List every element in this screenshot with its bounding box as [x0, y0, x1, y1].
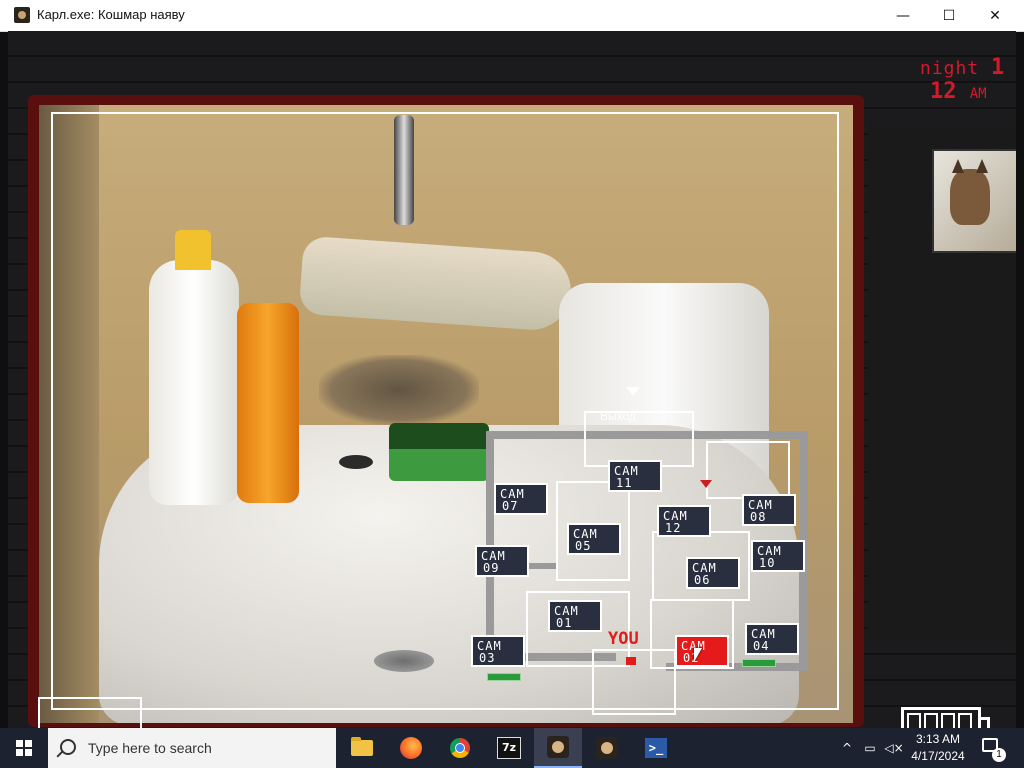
- cam-button-06[interactable]: CAM 06: [686, 557, 740, 589]
- cam-number: 08: [750, 510, 767, 524]
- cam-button-03[interactable]: CAM 03: [471, 635, 525, 667]
- wall-shadow: [39, 105, 99, 723]
- cam-button-08[interactable]: CAM 08: [742, 494, 796, 526]
- sink-drain: [374, 650, 434, 672]
- powershell-icon: >_: [645, 738, 667, 758]
- mouse-cursor-icon: [694, 648, 702, 662]
- firefox-icon: [400, 737, 422, 759]
- window-titlebar[interactable]: Карл.exe: Кошмар наяву — ☐ ✕: [0, 0, 1024, 32]
- detergent-bottle: [149, 230, 239, 505]
- taskbar: Type here to search 7z >_ ^ ▭ ◁× 3:13 AM…: [0, 728, 1024, 768]
- minimize-button[interactable]: —: [880, 0, 926, 31]
- karl-app-icon: [547, 736, 569, 758]
- bottle-cap: [175, 230, 211, 270]
- clock-meridiem: AM: [969, 86, 987, 102]
- karl-app-icon: [596, 737, 618, 759]
- exit-arrow-icon: [626, 387, 640, 396]
- sink-overflow: [339, 455, 373, 469]
- door-indicator-left: [487, 673, 521, 681]
- cat-portrait: [932, 149, 1016, 253]
- search-icon: [60, 739, 76, 755]
- cam-number: 06: [694, 573, 711, 587]
- tray-date: 4/17/2024: [911, 749, 965, 763]
- battery-cell: [958, 713, 972, 728]
- cam-number: 10: [759, 556, 776, 570]
- taskbar-search[interactable]: Type here to search: [48, 728, 336, 768]
- cam-button-02[interactable]: CAM 02: [675, 635, 729, 667]
- cat-figure: [950, 159, 990, 225]
- cam-number: 02: [683, 651, 700, 665]
- taskbar-karl-exe-2[interactable]: [583, 728, 631, 768]
- notification-count: 1: [992, 748, 1006, 762]
- search-placeholder: Type here to search: [88, 740, 212, 756]
- cam-number: 09: [483, 561, 500, 575]
- cam-number: 05: [575, 539, 592, 553]
- cleaner-bottle: [237, 303, 299, 503]
- cam-button-07[interactable]: CAM 07: [494, 483, 548, 515]
- taskbar-karl-exe[interactable]: [534, 728, 582, 768]
- cam-number: 04: [753, 639, 770, 653]
- close-button[interactable]: ✕: [972, 0, 1018, 31]
- volume-muted-icon[interactable]: ◁×: [884, 728, 904, 768]
- player-marker: [626, 657, 636, 665]
- battery-cell: [941, 713, 955, 728]
- taskbar-firefox[interactable]: [387, 728, 435, 768]
- map-corridor: [526, 563, 556, 569]
- night-indicator: night 1: [920, 55, 1005, 80]
- tray-overflow-chevron-icon[interactable]: ^: [838, 728, 856, 768]
- warning-marker-icon: [700, 480, 712, 488]
- cam-number: 01: [556, 616, 573, 630]
- start-button[interactable]: [0, 728, 48, 768]
- door-indicator-right: [742, 659, 776, 667]
- cam-button-05[interactable]: CAM 05: [567, 523, 621, 555]
- cam-button-09[interactable]: CAM 09: [475, 545, 529, 577]
- cam-number: 07: [502, 499, 519, 513]
- taskbar-7zip[interactable]: 7z: [485, 728, 533, 768]
- camera-map: Выход CAM 11 CAM 07 CAM 12 CAM 08 CAM 05…: [456, 381, 816, 715]
- you-label: YOU: [608, 629, 639, 649]
- faucet: [394, 115, 414, 225]
- night-number: 1: [991, 55, 1006, 80]
- taskbar-chrome[interactable]: [436, 728, 484, 768]
- taskbar-powershell[interactable]: >_: [632, 728, 680, 768]
- folder-icon: [351, 737, 373, 756]
- cam-button-12[interactable]: CAM 12: [657, 505, 711, 537]
- windows-logo-icon: [16, 740, 32, 756]
- night-label: night: [920, 58, 980, 79]
- app-icon: [14, 7, 30, 23]
- window-title: Карл.exe: Кошмар наяву: [37, 7, 185, 22]
- battery-cell: [907, 713, 921, 728]
- cam-button-04[interactable]: CAM 04: [745, 623, 799, 655]
- exit-label: Выход: [600, 409, 636, 423]
- clock-hour: 12: [930, 79, 957, 104]
- cam-button-01[interactable]: CAM 01: [548, 600, 602, 632]
- cam-button-10[interactable]: CAM 10: [751, 540, 805, 572]
- cam-number: 12: [665, 521, 682, 535]
- battery-cell: [924, 713, 938, 728]
- maximize-button[interactable]: ☐: [926, 0, 972, 31]
- cam-number: 11: [616, 476, 633, 490]
- network-icon[interactable]: ▭: [860, 728, 880, 768]
- cam-number: 03: [479, 651, 496, 665]
- camera-toggle-panel[interactable]: [38, 697, 142, 728]
- tray-clock[interactable]: 3:13 AM 4/17/2024: [902, 731, 974, 765]
- wall-mold: [319, 355, 479, 425]
- chrome-icon: [450, 738, 470, 758]
- taskbar-file-explorer[interactable]: [338, 728, 386, 768]
- 7zip-icon: 7z: [497, 737, 521, 759]
- game-clock: 12 AM: [930, 79, 987, 104]
- plastic-bottle: [298, 235, 574, 333]
- battery-icon: [901, 707, 990, 728]
- room-north-east: [706, 441, 790, 499]
- cam-button-11[interactable]: CAM 11: [608, 460, 662, 492]
- game-canvas[interactable]: night 1 12 AM Выход CAM 11 CAM 07 CAM 12…: [8, 31, 1016, 728]
- tray-time: 3:13 AM: [915, 732, 961, 746]
